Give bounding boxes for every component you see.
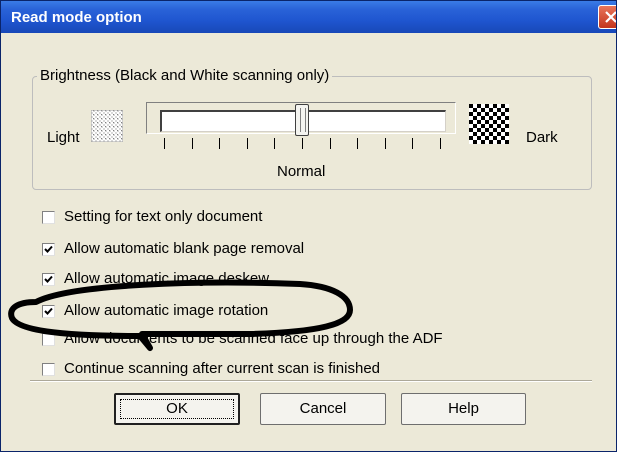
help-button-label: Help <box>448 400 479 417</box>
option-checkbox[interactable] <box>42 333 55 346</box>
slider-tick <box>192 138 193 149</box>
option-label[interactable]: Continue scanning after current scan is … <box>64 360 380 377</box>
slider-tick <box>219 138 220 149</box>
title-bar[interactable]: Read mode option <box>1 1 616 33</box>
option-checkbox[interactable] <box>42 243 55 256</box>
slider-tick <box>440 138 441 149</box>
checkmark-icon <box>44 307 53 315</box>
close-button[interactable] <box>598 5 616 29</box>
separator <box>30 380 592 382</box>
window-title: Read mode option <box>11 9 142 26</box>
normal-label: Normal <box>277 163 326 180</box>
slider-tick <box>357 138 358 149</box>
slider-tick <box>330 138 331 149</box>
option-label[interactable]: Allow documents to be scanned face up th… <box>64 330 443 347</box>
slider-tick <box>412 138 413 149</box>
slider-tick <box>302 138 303 149</box>
slider-tick <box>164 138 165 149</box>
slider-tick <box>274 138 275 149</box>
slider-tick <box>247 138 248 149</box>
option-label[interactable]: Allow automatic image deskew <box>64 270 269 287</box>
option-label[interactable]: Allow automatic blank page removal <box>64 240 304 257</box>
checkmark-icon <box>44 275 53 283</box>
light-label: Light <box>47 129 80 146</box>
cancel-button-label: Cancel <box>299 400 347 417</box>
brightness-group-title: Brightness (Black and White scanning onl… <box>37 67 333 84</box>
option-label[interactable]: Allow automatic image rotation <box>64 302 268 319</box>
option-checkbox[interactable] <box>42 273 55 286</box>
dark-pattern-icon <box>469 104 509 144</box>
ok-button[interactable]: OK <box>114 393 240 425</box>
option-checkbox[interactable] <box>42 363 55 376</box>
light-pattern-icon <box>91 110 123 142</box>
checkmark-icon <box>44 245 53 253</box>
dark-label: Dark <box>526 129 558 146</box>
cancel-button[interactable]: Cancel <box>260 393 386 425</box>
brightness-slider-thumb[interactable] <box>295 104 309 136</box>
slider-tick <box>385 138 386 149</box>
close-icon <box>605 11 616 23</box>
option-checkbox[interactable] <box>42 305 55 318</box>
option-label[interactable]: Setting for text only document <box>64 208 262 225</box>
help-button[interactable]: Help <box>401 393 526 425</box>
option-checkbox[interactable] <box>42 211 55 224</box>
focus-ring <box>120 399 234 419</box>
